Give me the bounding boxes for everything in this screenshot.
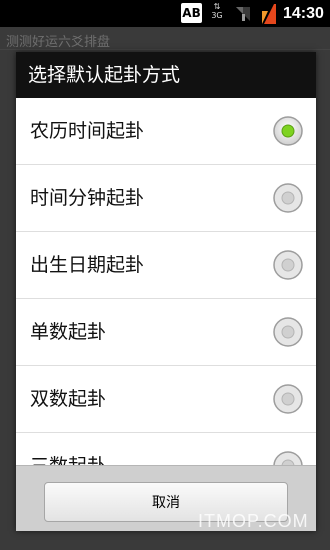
radio-unselected-icon[interactable] (272, 316, 304, 348)
option-list[interactable]: 农历时间起卦 时间分钟起卦 出生日期起卦 单数起卦 双数起卦 (16, 98, 316, 465)
option-label: 出生日期起卦 (30, 254, 145, 276)
radio-unselected-icon[interactable] (272, 383, 304, 415)
divider (0, 49, 330, 50)
battery-icon (262, 4, 276, 24)
input-method-indicator: AB (181, 3, 202, 23)
signal-icon (236, 7, 250, 21)
option-birth-date[interactable]: 出生日期起卦 (16, 232, 316, 299)
dialog-title: 选择默认起卦方式 (28, 64, 181, 86)
option-double-number[interactable]: 双数起卦 (16, 366, 316, 433)
option-minute-time[interactable]: 时间分钟起卦 (16, 165, 316, 232)
option-lunar-time[interactable]: 农历时间起卦 (16, 98, 316, 165)
option-label: 时间分钟起卦 (30, 187, 145, 209)
option-label: 农历时间起卦 (30, 120, 145, 142)
network-3g-icon: ⇅ 3G (211, 2, 223, 21)
radio-unselected-icon[interactable] (272, 249, 304, 281)
screen: 测测好运六爻排盘 AB ⇅ 3G 14:30 选择默认起卦方式 农历时间起卦 时… (0, 0, 330, 550)
radio-unselected-icon[interactable] (272, 182, 304, 214)
radio-selected-icon[interactable] (272, 115, 304, 147)
background-app-title: 测测好运六爻排盘 (6, 35, 111, 50)
option-single-number[interactable]: 单数起卦 (16, 299, 316, 366)
choose-method-dialog: 选择默认起卦方式 农历时间起卦 时间分钟起卦 出生日期起卦 单数起卦 双数起卦 … (16, 52, 316, 531)
option-triple-number[interactable]: 三数起卦 (16, 433, 316, 465)
radio-unselected-icon[interactable] (272, 450, 304, 465)
watermark: ITMOP.COM (198, 511, 309, 531)
status-bar: AB ⇅ 3G 14:30 (0, 0, 330, 27)
option-label: 三数起卦 (30, 433, 106, 465)
option-label: 双数起卦 (30, 388, 107, 410)
option-label: 单数起卦 (30, 321, 107, 343)
dialog-header: 选择默认起卦方式 (16, 52, 316, 98)
status-time: 14:30 (283, 5, 324, 22)
